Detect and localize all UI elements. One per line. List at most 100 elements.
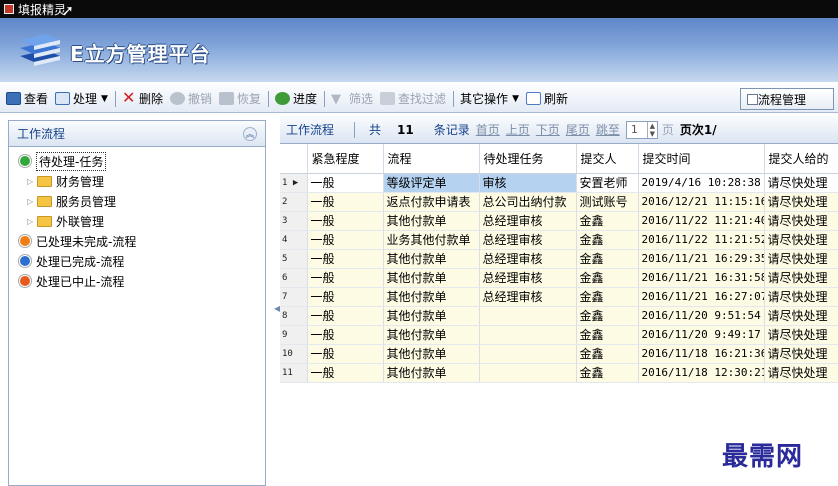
table-row[interactable]: 3 一般 其他付款单 总经理审核 金鑫 2016/11/22 11:21:40 请尽快处理: [280, 211, 838, 231]
row-number: 5: [280, 249, 308, 269]
tree-node-label: 服务员管理: [56, 194, 117, 209]
progress-label: 进度: [293, 92, 318, 106]
pending-task-cell: 审核: [479, 173, 577, 193]
in-progress-status-icon: [19, 235, 31, 247]
submitter-cell: 测试账号: [576, 192, 639, 212]
row-number: 7: [280, 287, 308, 307]
column-header-submit-time[interactable]: 提交时间: [638, 144, 765, 174]
flow-cell: 等级评定单: [383, 173, 480, 193]
table-row[interactable]: 1 ▶ 一般 等级评定单 审核 安置老师 2019/4/16 10:28:38 请尽快处理: [280, 173, 838, 193]
workflow-tree: 待处理-任务 ▷ 财务管理 ▷ 服务员管理 ▷ 外联管理 已处理未完成-流程 处理已完…: [9, 147, 265, 291]
tree-node-label: 外联管理: [56, 214, 105, 229]
flow-cell: 其他付款单: [383, 211, 480, 231]
process-label: 处理: [73, 92, 98, 106]
tree-node-external[interactable]: ▷ 外联管理: [9, 211, 265, 231]
urgency-cell: 一般: [307, 306, 384, 326]
submitter-note-cell: 请尽快处理: [764, 211, 838, 231]
grid-header-row: 紧急程度 流程 待处理任务 提交人 提交时间 提交人给的: [280, 144, 838, 174]
table-row[interactable]: 4 一般 业务其他付款单 总经理审核 金鑫 2016/11/22 11:21:52 请尽快处…: [280, 230, 838, 250]
pending-task-cell: 总公司出纳付款: [479, 192, 577, 212]
urgency-cell: 一般: [307, 325, 384, 345]
prev-page-link[interactable]: 上页: [506, 121, 530, 138]
completed-status-icon: [19, 255, 31, 267]
urgency-cell: 一般: [307, 249, 384, 269]
submit-time-cell: 2016/11/18 12:30:21: [638, 363, 765, 383]
column-header-urgency[interactable]: 紧急程度: [307, 144, 384, 174]
tree-node-label: 处理已中止-流程: [36, 274, 125, 289]
column-header-submitter[interactable]: 提交人: [576, 144, 639, 174]
logo-icon: [20, 34, 60, 66]
spinner-icon[interactable]: ▲ ▼: [646, 121, 657, 138]
row-number: 10: [280, 344, 308, 364]
pending-task-cell: 总经理审核: [479, 211, 577, 231]
view-button[interactable]: 查看: [6, 90, 48, 107]
flow-mgmt-toggle[interactable]: 流程管理: [740, 88, 834, 110]
column-header-pending-task[interactable]: 待处理任务: [479, 144, 577, 174]
table-row[interactable]: 7 一般 其他付款单 总经理审核 金鑫 2016/11/21 16:27:07 请尽快处理: [280, 287, 838, 307]
refresh-icon: [525, 92, 541, 105]
restore-label: 恢复: [236, 92, 261, 106]
urgency-cell: 一般: [307, 268, 384, 288]
tree-node-completed[interactable]: 处理已完成-流程: [9, 251, 265, 271]
urgency-cell: 一般: [307, 211, 384, 231]
tree-node-staff[interactable]: ▷ 服务员管理: [9, 191, 265, 211]
pending-status-icon: [19, 155, 31, 167]
jump-to-link[interactable]: 跳至: [596, 121, 620, 138]
expand-arrow-icon[interactable]: ▷: [27, 217, 37, 226]
table-row[interactable]: 2 一般 返点付款申请表 总公司出纳付款 测试账号 2016/12/21 11:15:16…: [280, 192, 838, 212]
tree-node-processed-incomplete[interactable]: 已处理未完成-流程: [9, 231, 265, 251]
submitter-note-cell: 请尽快处理: [764, 192, 838, 212]
row-number: 6: [280, 268, 308, 288]
submit-time-cell: 2016/11/21 16:29:35: [638, 249, 765, 269]
delete-button[interactable]: ✕ 删除: [122, 90, 163, 107]
tree-node-finance[interactable]: ▷ 财务管理: [9, 171, 265, 191]
pager-separator: [354, 121, 356, 138]
table-row[interactable]: 11 一般 其他付款单 金鑫 2016/11/18 12:30:21 请尽快处理: [280, 363, 838, 383]
restore-button[interactable]: 恢复: [218, 90, 261, 107]
flow-cell: 业务其他付款单: [383, 230, 480, 250]
urgency-cell: 一般: [307, 173, 384, 193]
process-button[interactable]: 处理 ▼: [55, 90, 108, 107]
next-page-link[interactable]: 下页: [536, 121, 560, 138]
row-number: 1 ▶: [280, 173, 308, 193]
revoke-button[interactable]: 撤销: [169, 90, 212, 107]
filter-label: 筛选: [349, 92, 374, 106]
column-header-flow[interactable]: 流程: [383, 144, 480, 174]
current-row-indicator-icon: ▶: [287, 177, 299, 188]
panel-splitter[interactable]: ◀: [273, 120, 280, 486]
page-number-input[interactable]: 1 ▲ ▼: [625, 120, 658, 139]
flow-cell: 其他付款单: [383, 268, 480, 288]
filter-button[interactable]: ▼ 筛选: [331, 90, 373, 107]
table-row[interactable]: 5 一般 其他付款单 总经理审核 金鑫 2016/11/21 16:29:35 请尽快处理: [280, 249, 838, 269]
funnel-icon: ▼: [331, 92, 342, 107]
search-filter-button[interactable]: 查找过滤: [380, 90, 446, 107]
process-icon: [55, 92, 71, 105]
table-row[interactable]: 6 一般 其他付款单 总经理审核 金鑫 2016/11/21 16:31:58 请尽快处理: [280, 268, 838, 288]
collapse-icon[interactable]: ︽: [243, 126, 257, 141]
submitter-note-cell: 请尽快处理: [764, 325, 838, 345]
table-row[interactable]: 8 一般 其他付款单 金鑫 2016/11/20 9:51:54 请尽快处理: [280, 306, 838, 326]
tree-node-pending-tasks[interactable]: 待处理-任务: [9, 151, 265, 171]
expand-arrow-icon[interactable]: ▷: [27, 177, 37, 186]
table-row[interactable]: 9 一般 其他付款单 金鑫 2016/11/20 9:49:17 请尽快处理: [280, 325, 838, 345]
other-ops-button[interactable]: 其它操作 ▼: [460, 90, 519, 107]
pending-task-cell: [479, 363, 577, 383]
mouse-cursor-icon: ➚: [62, 3, 74, 19]
page-info: 页次1/: [679, 123, 717, 137]
expand-arrow-icon[interactable]: ▷: [27, 197, 37, 206]
tree-node-aborted[interactable]: 处理已中止-流程: [9, 271, 265, 291]
row-number: 2: [280, 192, 308, 212]
last-page-link[interactable]: 尾页: [566, 121, 590, 138]
refresh-button[interactable]: 刷新: [525, 90, 568, 107]
first-page-link[interactable]: 首页: [476, 121, 500, 138]
table-row[interactable]: 10 一般 其他付款单 金鑫 2016/11/18 16:21:36 请尽快处理: [280, 344, 838, 364]
submitter-cell: 金鑫: [576, 230, 639, 250]
progress-button[interactable]: 进度: [275, 90, 317, 107]
chevron-down-icon: ▼: [512, 93, 519, 104]
folder-icon: [37, 195, 52, 207]
folder-icon: [37, 215, 52, 227]
submit-time-cell: 2016/11/20 9:51:54: [638, 306, 765, 326]
column-header-submitter-note[interactable]: 提交人给的: [764, 144, 838, 174]
submitter-note-cell: 请尽快处理: [764, 249, 838, 269]
urgency-cell: 一般: [307, 287, 384, 307]
